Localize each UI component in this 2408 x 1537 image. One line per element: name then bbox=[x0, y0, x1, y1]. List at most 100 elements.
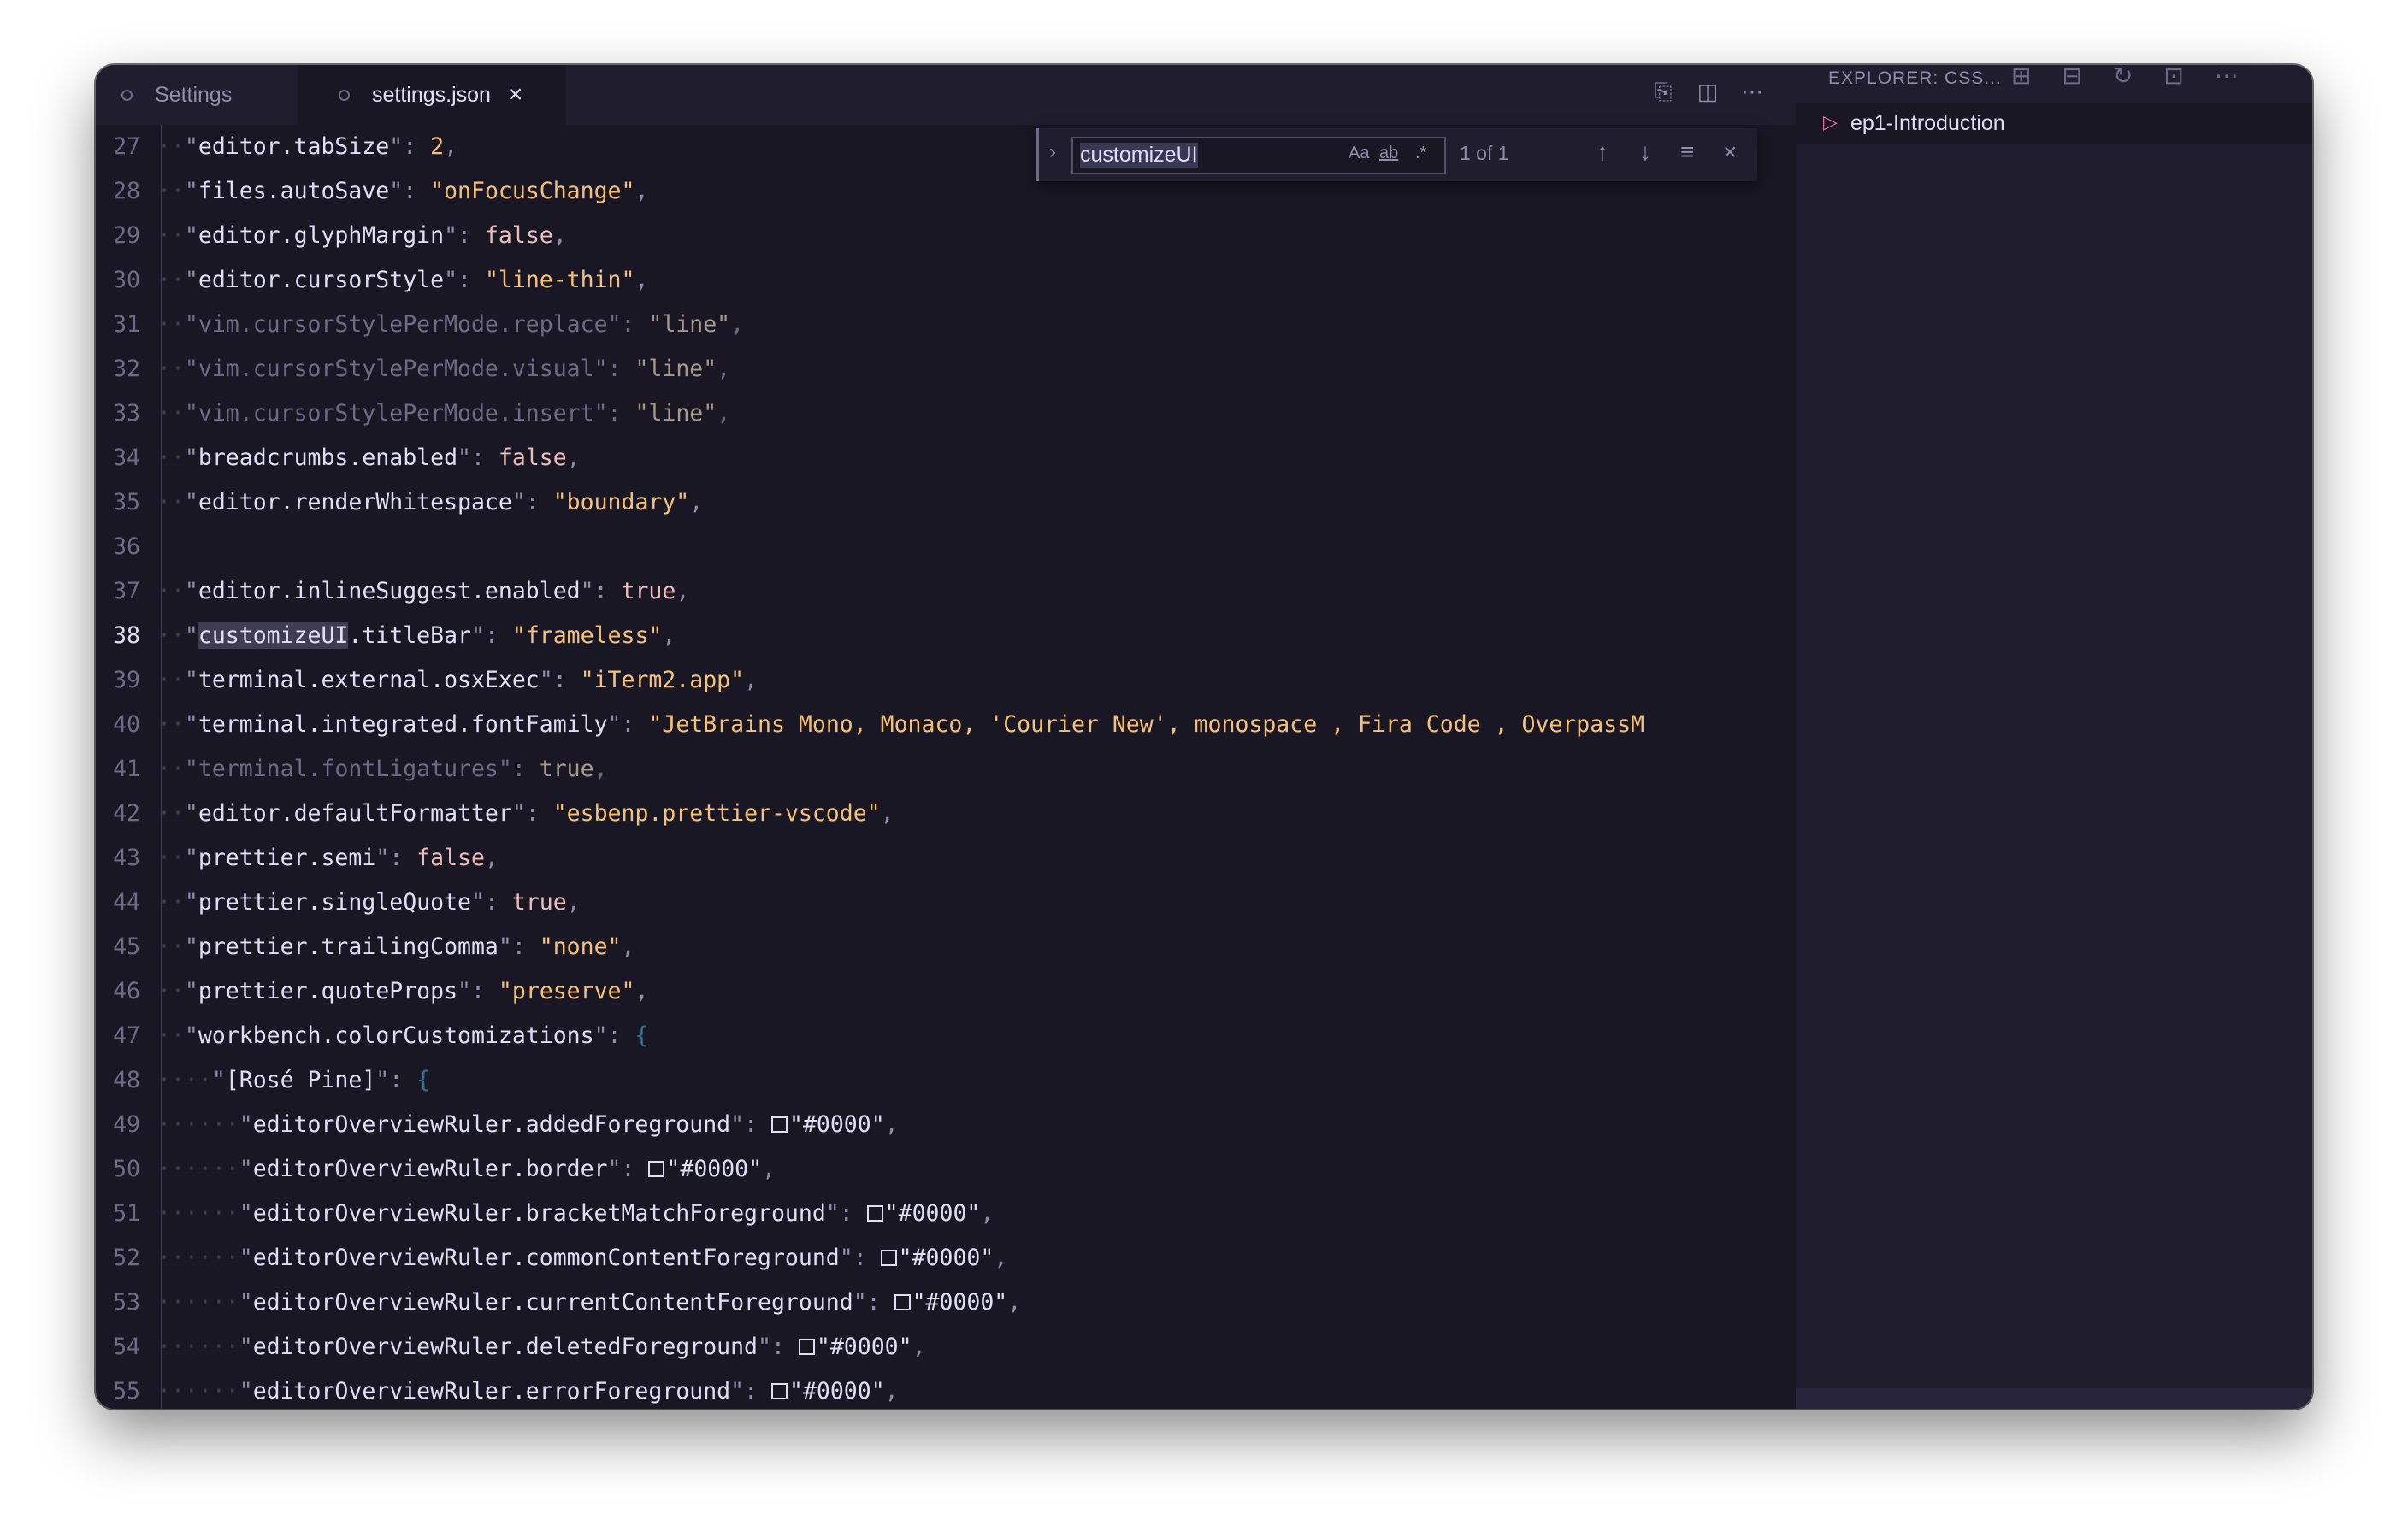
code-line[interactable]: 48 ····"[Rosé Pine]": { bbox=[96, 1058, 1796, 1103]
tab-dirty-dot-icon bbox=[121, 89, 133, 101]
code-line[interactable]: 45 ··"prettier.trailingComma": "none", bbox=[96, 925, 1796, 969]
code-line[interactable]: 53 ······"editorOverviewRuler.currentCont… bbox=[96, 1281, 1796, 1325]
json-key: vim.cursorStylePerMode.replace bbox=[198, 311, 608, 338]
json-value: "#0000" bbox=[788, 1111, 885, 1138]
code-line[interactable]: 39 ··"terminal.external.osxExec": "iTerm2… bbox=[96, 658, 1796, 703]
line-content: ··"vim.cursorStylePerMode.insert": "line… bbox=[157, 392, 730, 436]
find-in-selection-icon[interactable]: ≡ bbox=[1680, 138, 1694, 166]
whitespace-marker: ······ bbox=[157, 1156, 239, 1182]
line-number: 30 bbox=[113, 267, 140, 293]
quote: " bbox=[239, 1289, 253, 1316]
color-swatch-icon bbox=[770, 1116, 788, 1133]
json-key: editor.tabSize bbox=[198, 133, 390, 160]
code-line[interactable]: 29 ··"editor.glyphMargin": false, bbox=[96, 214, 1796, 258]
line-content: ··"prettier.semi": false, bbox=[157, 836, 499, 880]
code-line[interactable]: 44 ··"prettier.singleQuote": true, bbox=[96, 880, 1796, 925]
explorer-item[interactable]: ▷ ep1-Introduction bbox=[1796, 103, 2312, 144]
code-line[interactable]: 37 ··"editor.inlineSuggest.enabled": true… bbox=[96, 569, 1796, 614]
tab-settings[interactable]: Settings bbox=[96, 65, 323, 125]
code-line[interactable]: 49 ······"editorOverviewRuler.addedForegr… bbox=[96, 1103, 1796, 1147]
comma: , bbox=[884, 1378, 899, 1404]
code-line[interactable]: 46 ··"prettier.quoteProps": "preserve", bbox=[96, 969, 1796, 1014]
line-number: 42 bbox=[113, 800, 140, 827]
json-key: [Rosé Pine] bbox=[225, 1067, 376, 1093]
previous-match-icon[interactable]: ↑ bbox=[1596, 138, 1608, 166]
quote: " bbox=[184, 133, 198, 160]
code-line[interactable]: 47 ··"workbench.colorCustomizations": { bbox=[96, 1014, 1796, 1058]
line-number: 39 bbox=[113, 667, 140, 693]
new-file-icon[interactable]: ⊞ bbox=[2011, 65, 2031, 90]
play-file-icon: ▷ bbox=[1823, 111, 1838, 132]
colon: ": bbox=[444, 222, 485, 249]
quote: " bbox=[184, 889, 198, 916]
open-file-icon[interactable]: ⎘ bbox=[1650, 79, 1676, 104]
find-widget: › customizeUI Aa ab .* 1 of 1 ↑ ↓ ≡ × bbox=[1036, 128, 1757, 181]
colon: ": bbox=[457, 445, 499, 471]
refresh-icon[interactable]: ↻ bbox=[2113, 65, 2133, 90]
line-content: ··"terminal.integrated.fontFamily": "Jet… bbox=[157, 703, 1644, 747]
json-key: editorOverviewRuler.commonContentForegro… bbox=[252, 1245, 840, 1271]
explorer-title: EXPLORER: CSS... bbox=[1828, 68, 2002, 88]
explorer-actions: ⊞ ⊟ ↻ ⊡ ⋯ bbox=[2011, 65, 2239, 90]
line-number: 31 bbox=[113, 311, 140, 338]
horizontal-scrollbar[interactable] bbox=[1796, 1388, 2312, 1409]
new-folder-icon[interactable]: ⊟ bbox=[2062, 65, 2081, 90]
json-value: { bbox=[634, 1022, 649, 1049]
code-line[interactable]: 42 ··"editor.defaultFormatter": "esbenp.p… bbox=[96, 792, 1796, 836]
collapse-icon[interactable]: ⊡ bbox=[2163, 65, 2183, 90]
colon: ": bbox=[593, 356, 635, 382]
line-number: 33 bbox=[113, 400, 140, 427]
code-line[interactable]: 35 ··"editor.renderWhitespace": "boundary… bbox=[96, 480, 1796, 525]
json-key: editorOverviewRuler.errorForeground bbox=[252, 1378, 731, 1404]
line-number: 54 bbox=[113, 1334, 140, 1360]
line-content: ······"editorOverviewRuler.currentConten… bbox=[157, 1281, 1021, 1325]
close-find-icon[interactable]: × bbox=[1723, 138, 1737, 166]
json-value: "#0000" bbox=[788, 1378, 885, 1404]
regex-icon[interactable]: .* bbox=[1415, 144, 1426, 163]
code-line[interactable]: 41 ··"terminal.fontLigatures": true, bbox=[96, 747, 1796, 792]
line-content: ··"editor.renderWhitespace": "boundary", bbox=[157, 480, 703, 525]
line-content: ··"vim.cursorStylePerMode.replace": "lin… bbox=[157, 303, 744, 347]
code-line[interactable]: 36 bbox=[96, 525, 1796, 569]
code-line[interactable]: 34 ··"breadcrumbs.enabled": false, bbox=[96, 436, 1796, 480]
json-value: "preserve" bbox=[498, 978, 635, 1004]
whole-word-icon[interactable]: ab bbox=[1379, 144, 1398, 163]
quote: " bbox=[184, 178, 198, 204]
json-value: "frameless" bbox=[511, 622, 663, 649]
tab-settings-json[interactable]: settings.json × bbox=[298, 65, 566, 125]
colon: ": bbox=[375, 1067, 417, 1093]
json-key: editorOverviewRuler.deletedForeground bbox=[252, 1334, 758, 1360]
code-line[interactable]: 55 ······"editorOverviewRuler.errorForegr… bbox=[96, 1369, 1796, 1409]
tab-bar: Settings settings.json × ⎘ ◫ ⋯ bbox=[96, 65, 1796, 125]
code-line[interactable]: 51 ······"editorOverviewRuler.bracketMatc… bbox=[96, 1192, 1796, 1236]
split-editor-icon[interactable]: ◫ bbox=[1695, 79, 1720, 104]
code-line[interactable]: 40 ··"terminal.integrated.fontFamily": "J… bbox=[96, 703, 1796, 747]
quote: " bbox=[184, 489, 198, 515]
code-line[interactable]: 38 ··"customizeUI.titleBar": "frameless", bbox=[96, 614, 1796, 658]
code-line[interactable]: 33 ··"vim.cursorStylePerMode.insert": "li… bbox=[96, 392, 1796, 436]
more-actions-icon[interactable]: ⋯ bbox=[2215, 65, 2239, 90]
json-value: "boundary" bbox=[552, 489, 690, 515]
toggle-replace-icon[interactable]: › bbox=[1049, 140, 1056, 164]
code-line[interactable]: 43 ··"prettier.semi": false, bbox=[96, 836, 1796, 880]
json-key: prettier.singleQuote bbox=[198, 889, 471, 916]
comma: , bbox=[634, 178, 649, 204]
close-tab-icon[interactable]: × bbox=[508, 80, 523, 109]
code-line[interactable]: 50 ······"editorOverviewRuler.border": "#… bbox=[96, 1147, 1796, 1192]
match-case-icon[interactable]: Aa bbox=[1349, 144, 1369, 163]
more-actions-icon[interactable]: ⋯ bbox=[1739, 79, 1765, 104]
next-match-icon[interactable]: ↓ bbox=[1639, 138, 1651, 166]
quote: " bbox=[239, 1378, 253, 1404]
explorer-panel: EXPLORER: CSS... ⊞ ⊟ ↻ ⊡ ⋯ ▷ ep1-Introdu… bbox=[1796, 65, 2312, 1409]
json-value: "#0000" bbox=[898, 1245, 994, 1271]
code-line[interactable]: 30 ··"editor.cursorStyle": "line-thin", bbox=[96, 258, 1796, 303]
json-key: terminal.fontLigatures bbox=[198, 756, 499, 782]
code-line[interactable]: 31 ··"vim.cursorStylePerMode.replace": "l… bbox=[96, 303, 1796, 347]
code-line[interactable]: 54 ······"editorOverviewRuler.deletedFore… bbox=[96, 1325, 1796, 1369]
code-line[interactable]: 32 ··"vim.cursorStylePerMode.visual": "li… bbox=[96, 347, 1796, 392]
quote: " bbox=[211, 1067, 226, 1093]
code-line[interactable]: 52 ······"editorOverviewRuler.commonConte… bbox=[96, 1236, 1796, 1281]
quote: " bbox=[184, 222, 198, 249]
code-editor[interactable]: 27 ··"editor.tabSize": 2, 28 ··"files.autoS… bbox=[96, 125, 1796, 1409]
json-key: editor.inlineSuggest.enabled bbox=[198, 578, 581, 604]
